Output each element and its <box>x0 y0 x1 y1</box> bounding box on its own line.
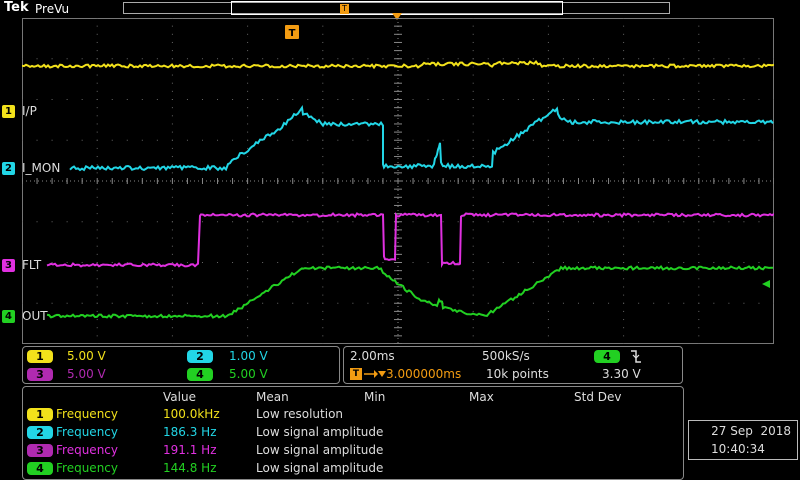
channel-scale-panel[interactable]: 1 5.00 V 2 1.00 V 3 5.00 V 4 5.00 V <box>22 346 340 384</box>
ch4-ground-marker[interactable]: 4 <box>2 310 15 323</box>
ch4-label: OUT <box>22 309 48 323</box>
meas-ch4-type: Frequency <box>56 461 118 475</box>
sample-rate: 500kS/s <box>482 349 530 363</box>
acquisition-mode: PreVu <box>35 2 69 16</box>
meas-ch2-status: Low signal amplitude <box>256 425 383 439</box>
brand-logo: Tek <box>4 0 29 15</box>
arrow-right-down-icon <box>364 369 386 379</box>
meas-ch3-status: Low signal amplitude <box>256 443 383 457</box>
ch4-scale: 5.00 V <box>229 367 268 381</box>
trigger-source-chip[interactable]: 4 <box>594 350 620 363</box>
datetime-box: 27 Sep 2018 10:40:34 <box>688 420 798 460</box>
ch4-waveform <box>47 267 773 318</box>
meas-ch4-value: 144.8 Hz <box>163 461 217 475</box>
col-header-min: Min <box>364 390 385 404</box>
ch3-label: FLT <box>22 258 41 272</box>
timebase-panel[interactable]: 2.00ms 500kS/s 4 T 3.000000ms 10k points… <box>343 346 683 384</box>
col-header-value: Value <box>163 390 196 404</box>
ch2-ground-marker[interactable]: 2 <box>2 162 15 175</box>
meas-ch1-chip[interactable]: 1 <box>27 408 53 421</box>
ch2-label: I_MON <box>22 161 60 175</box>
ch4-chip[interactable]: 4 <box>187 368 213 381</box>
measurements-panel[interactable]: Value Mean Min Max Std Dev 1 Frequency 1… <box>22 386 684 480</box>
meas-ch2-chip[interactable]: 2 <box>27 426 53 439</box>
meas-ch2-value: 186.3 Hz <box>163 425 217 439</box>
meas-ch3-chip[interactable]: 3 <box>27 444 53 457</box>
col-header-std-dev: Std Dev <box>574 390 621 404</box>
ch3-ground-marker[interactable]: 3 <box>2 259 15 272</box>
waveform-display[interactable]: T <box>22 18 774 344</box>
date: 27 Sep 2018 <box>711 424 791 438</box>
meas-ch2-type: Frequency <box>56 425 118 439</box>
ch1-scale: 5.00 V <box>67 349 106 363</box>
meas-ch3-type: Frequency <box>56 443 118 457</box>
top-status-bar: Tek PreVu T <box>0 0 800 18</box>
trigger-level-marker <box>762 280 770 288</box>
falling-edge-icon <box>630 350 642 363</box>
trigger-delay: 3.000000ms <box>386 367 461 381</box>
time: 10:40:34 <box>711 442 765 456</box>
meas-ch3-value: 191.1 Hz <box>163 443 217 457</box>
ch3-scale: 5.00 V <box>67 367 106 381</box>
ch2-waveform <box>70 108 773 170</box>
record-length: 10k points <box>486 367 549 381</box>
trigger-position-marker: T <box>340 4 349 14</box>
col-header-max: Max <box>469 390 494 404</box>
ch3-waveform <box>47 214 774 267</box>
meas-ch4-status: Low signal amplitude <box>256 461 383 475</box>
ch1-ground-marker[interactable]: 1 <box>2 105 15 118</box>
horizontal-scale: 2.00ms <box>350 349 395 363</box>
col-header-mean: Mean <box>256 390 289 404</box>
meas-ch1-type: Frequency <box>56 407 118 421</box>
meas-ch4-chip[interactable]: 4 <box>27 462 53 475</box>
trigger-delay-icon: T <box>350 368 362 380</box>
meas-ch1-value: 100.0kHz <box>163 407 220 421</box>
trigger-level: 3.30 V <box>602 367 641 381</box>
ch2-chip[interactable]: 2 <box>187 350 213 363</box>
ch3-chip[interactable]: 3 <box>27 368 53 381</box>
ch1-label: I/P <box>22 104 37 118</box>
ch1-chip[interactable]: 1 <box>27 350 53 363</box>
ch2-scale: 1.00 V <box>229 349 268 363</box>
meas-ch1-status: Low resolution <box>256 407 343 421</box>
svg-text:T: T <box>289 28 296 39</box>
